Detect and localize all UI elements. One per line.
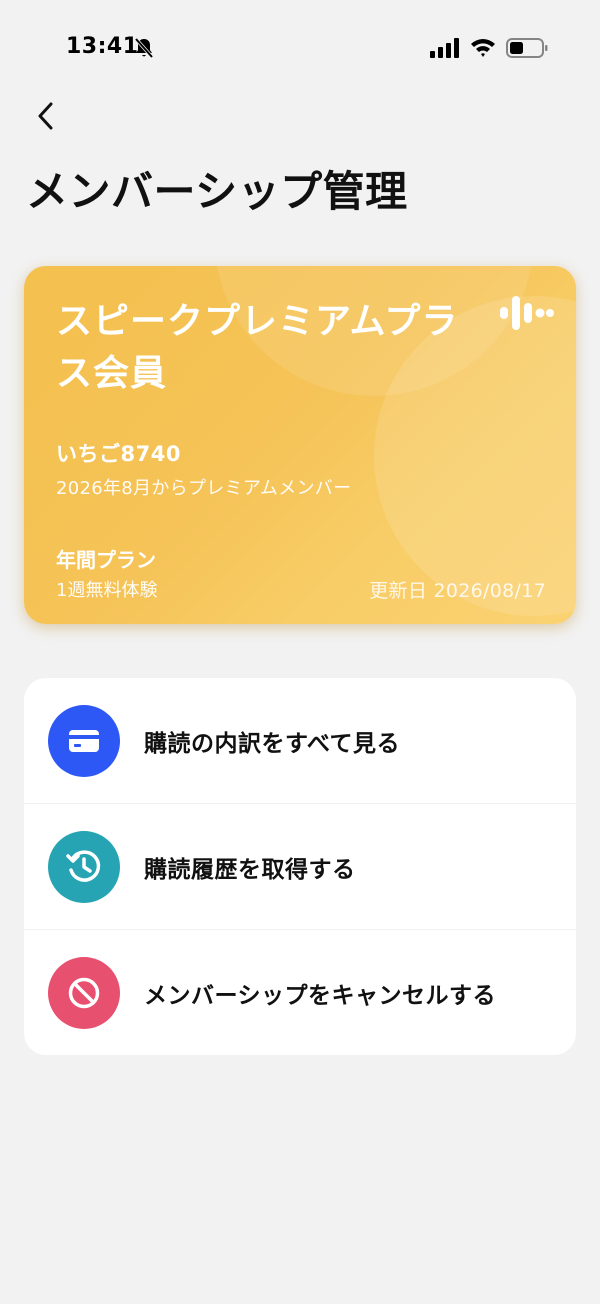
wifi-icon xyxy=(471,39,495,57)
cancel-icon-circle xyxy=(48,956,120,1029)
card-plan: 年間プラン xyxy=(56,548,156,572)
membership-card: スピークプレミアムプラス会員 いちご8740 2026年8月からプレミアムメンバ… xyxy=(24,266,576,624)
signal-icon xyxy=(430,38,459,58)
back-button[interactable] xyxy=(26,94,66,138)
status-time: 13:41 xyxy=(66,34,139,59)
history-icon-circle xyxy=(48,830,120,903)
cancel-membership-button[interactable]: メンバーシップをキャンセルする xyxy=(24,929,576,1055)
menu-list: 購読の内訳をすべて見る 購読履歴を取得する メンバーシップをキャンセルする xyxy=(24,678,576,1055)
credit-card-icon-circle xyxy=(48,704,120,777)
card-renewal-date: 更新日 2026/08/17 xyxy=(369,580,546,602)
card-username: いちご8740 xyxy=(56,442,181,466)
page-title: メンバーシップ管理 xyxy=(26,167,408,216)
chevron-left-icon xyxy=(38,102,53,130)
history-icon xyxy=(66,849,101,882)
card-member-since: 2026年8月からプレミアムメンバー xyxy=(56,478,352,499)
menu-item-label: 購読の内訳をすべて見る xyxy=(144,730,400,757)
card-title: スピークプレミアムプラス会員 xyxy=(56,301,459,394)
status-bar: 13:41 xyxy=(0,0,600,96)
get-subscription-history-button[interactable]: 購読履歴を取得する xyxy=(24,803,576,929)
menu-item-label: 購読履歴を取得する xyxy=(144,856,356,883)
cancel-icon xyxy=(68,977,100,1008)
card-trial: 1週無料体験 xyxy=(56,580,158,601)
credit-card-icon xyxy=(69,729,99,752)
view-subscription-details-button[interactable]: 購読の内訳をすべて見る xyxy=(24,678,576,803)
speak-logo-icon xyxy=(500,296,554,330)
bell-muted-icon xyxy=(134,37,154,59)
battery-icon xyxy=(506,38,548,58)
menu-item-label: メンバーシップをキャンセルする xyxy=(144,982,497,1009)
